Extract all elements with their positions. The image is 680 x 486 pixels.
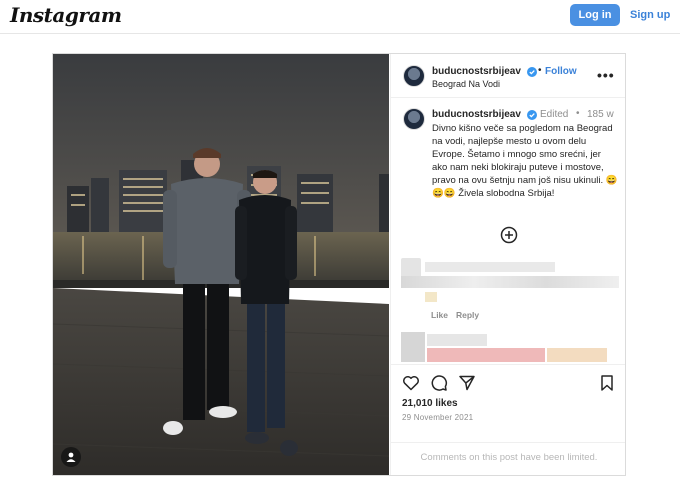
caption-text: Divno kišno veče sa pogledom na Beograd … <box>432 123 618 199</box>
blurred-comment <box>401 332 607 362</box>
post-card: buducnostsrbijeav • Follow Beograd Na Vo… <box>52 53 626 476</box>
instagram-logo[interactable]: Instagram <box>10 3 122 27</box>
caption-username[interactable]: buducnostsrbijeav <box>432 109 521 120</box>
verified-badge-icon <box>527 67 537 77</box>
blurred-comment <box>401 258 619 304</box>
top-bar: Instagram Log in Sign up <box>0 0 680 34</box>
add-comment-icon[interactable] <box>500 226 518 244</box>
post-date[interactable]: 29 November 2021 <box>402 413 473 422</box>
login-button[interactable]: Log in <box>570 4 620 26</box>
share-icon[interactable] <box>458 374 476 392</box>
heart-icon[interactable] <box>402 374 420 392</box>
comment-reply-link[interactable]: Reply <box>456 310 479 320</box>
comments-limited-notice: Comments on this post have been limited. <box>420 452 598 463</box>
more-options-icon[interactable]: ••• <box>597 67 615 83</box>
user-tag-icon[interactable] <box>61 447 81 467</box>
verified-badge-icon <box>527 110 537 120</box>
follow-button[interactable]: Follow <box>545 66 577 77</box>
bookmark-icon[interactable] <box>598 374 616 392</box>
avatar[interactable] <box>403 65 425 87</box>
post-photo[interactable] <box>53 54 389 475</box>
post-location[interactable]: Beograd Na Vodi <box>432 79 500 89</box>
comments-divider <box>391 442 625 443</box>
edited-label: Edited <box>540 109 569 120</box>
post-username[interactable]: buducnostsrbijeav <box>432 66 521 77</box>
caption-avatar[interactable] <box>403 108 425 130</box>
signup-link[interactable]: Sign up <box>630 9 670 21</box>
post-header: buducnostsrbijeav • Follow Beograd Na Vo… <box>391 54 625 98</box>
likes-count[interactable]: 21,010 likes <box>402 398 458 409</box>
separator-dot: • <box>538 65 542 76</box>
actions-divider <box>391 364 625 365</box>
post-sidebar: buducnostsrbijeav • Follow Beograd Na Vo… <box>390 54 625 475</box>
post-age: 185 w <box>587 109 614 120</box>
comment-like-link[interactable]: Like <box>431 310 448 320</box>
separator-dot: • <box>576 108 580 119</box>
comment-icon[interactable] <box>430 374 448 392</box>
post-image <box>53 54 389 475</box>
